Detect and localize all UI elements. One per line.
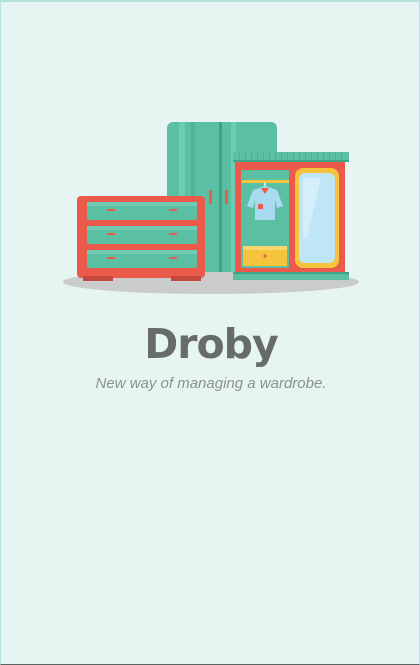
dresser — [77, 196, 205, 281]
app-tagline: New way of managing a wardrobe. — [95, 375, 327, 392]
wardrobe-illustration-icon — [63, 122, 359, 294]
splash-screen: Droby New way of managing a wardrobe. — [0, 0, 420, 665]
app-title: Droby — [144, 320, 279, 368]
open-wardrobe — [233, 152, 349, 280]
